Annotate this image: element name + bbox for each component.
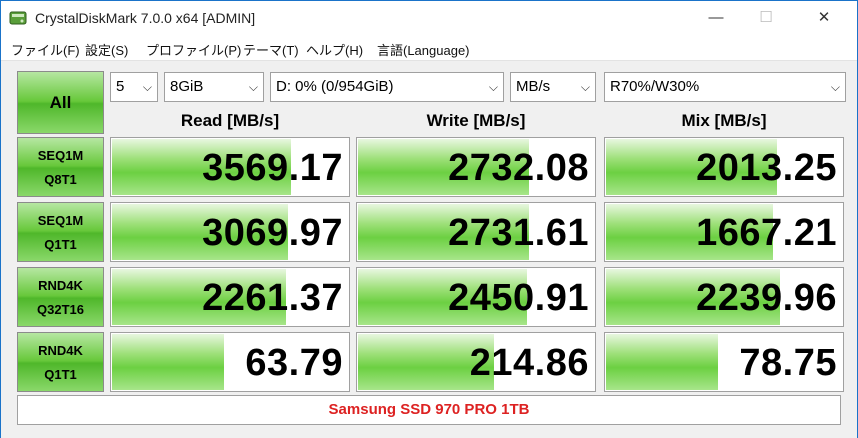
menu-settings[interactable]: 設定(S) [85,40,128,59]
mix-ratio-value: R70%/W30% [610,78,700,95]
chevron-down-icon: ⌵ [142,80,152,94]
menu-language[interactable]: 言語(Language) [377,40,470,59]
mix-column-header: Mix [MB/s] [681,111,767,130]
test-label-line2: Q32T16 [37,302,84,317]
test-label-line1: SEQ1M [37,213,84,228]
menu-theme[interactable]: テーマ(T) [243,40,299,59]
window-title: CrystalDiskMark 7.0.0 x64 [ADMIN] [35,10,256,26]
app-window: CrystalDiskMark 7.0.0 x64 [ADMIN] — ☐ ✕ … [0,0,858,438]
result-value: 3069.97 [202,212,343,254]
result-cell-write: 2732.08 [356,137,596,197]
menu-help[interactable]: ヘルプ(H) [306,40,363,59]
read-column-header: Read [MB/s] [180,111,280,130]
menu-profile[interactable]: プロファイル(P) [146,40,241,59]
result-cell-mix: 2013.25 [604,137,844,197]
menu-file[interactable]: ファイル(F) [11,40,80,59]
test-rnd4k-q32t16-button[interactable]: RND4K Q32T16 [17,267,104,327]
result-value: 2450.91 [448,277,589,319]
result-value: 2732.08 [448,147,589,189]
menu-bar: ファイル(F) 設定(S) プロファイル(P) テーマ(T) ヘルプ(H) 言語… [1,35,857,61]
result-value: 63.79 [245,342,343,384]
unit-value: MB/s [516,78,551,95]
maximize-button[interactable]: ☐ [743,1,789,35]
test-label-line2: Q1T1 [44,237,77,252]
result-cell-mix: 2239.96 [604,267,844,327]
title-bar[interactable]: CrystalDiskMark 7.0.0 x64 [ADMIN] — ☐ ✕ [1,1,857,35]
result-cell-mix: 78.75 [604,332,844,392]
write-column-header: Write [MB/s] [426,111,526,130]
app-disk-icon [9,11,27,25]
result-value: 3569.17 [202,147,343,189]
result-value: 2731.61 [448,212,589,254]
test-label-line1: RND4K [38,343,83,358]
result-value: 2261.37 [202,277,343,319]
mix-ratio-select[interactable]: R70%/W30% ⌵ [604,72,846,102]
test-rnd4k-q1t1-button[interactable]: RND4K Q1T1 [17,332,104,392]
main-panel: All 5 ⌵ 8GiB ⌵ D: 0% (0/954GiB) ⌵ MB/s ⌵… [1,61,857,438]
result-cell-write: 2731.61 [356,202,596,262]
chevron-down-icon: ⌵ [488,80,498,94]
result-cell-mix: 1667.21 [604,202,844,262]
test-seq1m-q1t1-button[interactable]: SEQ1M Q1T1 [17,202,104,262]
unit-select[interactable]: MB/s ⌵ [510,72,596,102]
test-label-line2: Q1T1 [44,367,77,382]
result-cell-read: 2261.37 [110,267,350,327]
test-count-value: 5 [116,78,125,95]
minimize-button[interactable]: — [693,1,739,35]
run-all-button[interactable]: All [17,71,104,134]
test-label-line1: RND4K [38,278,83,293]
result-value: 214.86 [469,342,589,384]
drive-select[interactable]: D: 0% (0/954GiB) ⌵ [270,72,504,102]
test-size-value: 8GiB [170,78,204,95]
chevron-down-icon: ⌵ [830,80,840,94]
test-count-select[interactable]: 5 ⌵ [110,72,158,102]
result-cell-read: 63.79 [110,332,350,392]
drive-comment-field[interactable]: Samsung SSD 970 PRO 1TB [17,395,841,425]
chevron-down-icon: ⌵ [580,80,590,94]
result-value: 78.75 [739,342,837,384]
result-bar [112,334,224,390]
result-bar [606,334,718,390]
result-cell-read: 3569.17 [110,137,350,197]
drive-value: D: 0% (0/954GiB) [276,78,394,95]
result-cell-write: 214.86 [356,332,596,392]
test-label-line2: Q8T1 [44,172,77,187]
result-cell-read: 3069.97 [110,202,350,262]
chevron-down-icon: ⌵ [248,80,258,94]
test-seq1m-q8t1-button[interactable]: SEQ1M Q8T1 [17,137,104,197]
result-value: 1667.21 [696,212,837,254]
test-label-line1: SEQ1M [37,148,84,163]
result-cell-write: 2450.91 [356,267,596,327]
test-size-select[interactable]: 8GiB ⌵ [164,72,264,102]
result-value: 2013.25 [696,147,837,189]
close-button[interactable]: ✕ [801,1,847,35]
result-value: 2239.96 [696,277,837,319]
